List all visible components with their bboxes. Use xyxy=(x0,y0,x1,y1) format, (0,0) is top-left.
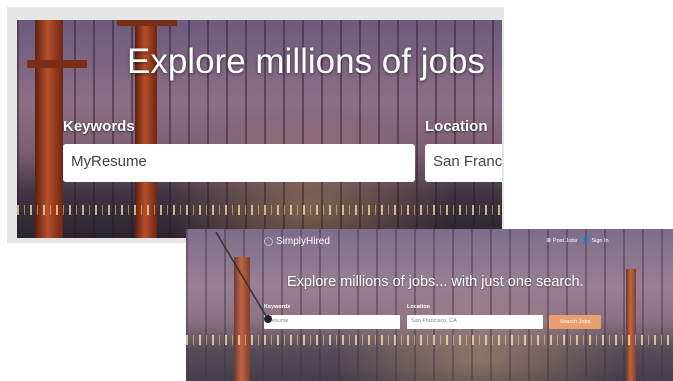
page-headline: Explore millions of jobs... with just on… xyxy=(287,274,584,290)
keywords-label: Keywords xyxy=(264,304,291,310)
user-icon: 👤 xyxy=(582,238,590,244)
sign-in-label: Sign In xyxy=(591,237,609,244)
bridge-beam xyxy=(117,20,177,26)
city-lights xyxy=(17,205,502,215)
logo-text: SimplyHired xyxy=(276,236,330,247)
keywords-input[interactable]: Resume xyxy=(264,315,400,329)
search-jobs-button[interactable]: Search Jobs xyxy=(549,315,601,329)
zoom-location-input[interactable]: San Franc xyxy=(425,144,502,182)
zoom-location-label: Location xyxy=(425,118,488,135)
site-logo[interactable]: SimplyHired xyxy=(264,236,330,247)
simplyhired-page: SimplyHired ⊕ Post Jobs 👤 Sign In Explor… xyxy=(186,229,673,381)
sign-in-link[interactable]: 👤 Sign In xyxy=(582,237,609,245)
zoom-keywords-input[interactable]: MyResume xyxy=(63,144,415,182)
post-jobs-link[interactable]: ⊕ Post Jobs xyxy=(546,237,578,245)
plus-icon: ⊕ xyxy=(546,238,552,244)
zoom-background: Explore millions of jobs Keywords MyResu… xyxy=(17,20,502,238)
location-input[interactable]: San Francisco, CA xyxy=(407,315,543,329)
zoom-keywords-label: Keywords xyxy=(63,118,135,135)
simplyhired-logo-icon xyxy=(264,237,273,246)
zoom-callout-frame: Explore millions of jobs Keywords MyResu… xyxy=(7,7,504,243)
zoom-headline: Explore millions of jobs xyxy=(127,42,485,81)
post-jobs-label: Post Jobs xyxy=(553,237,578,244)
location-label: Location xyxy=(407,304,430,310)
bridge-beam xyxy=(27,60,87,68)
